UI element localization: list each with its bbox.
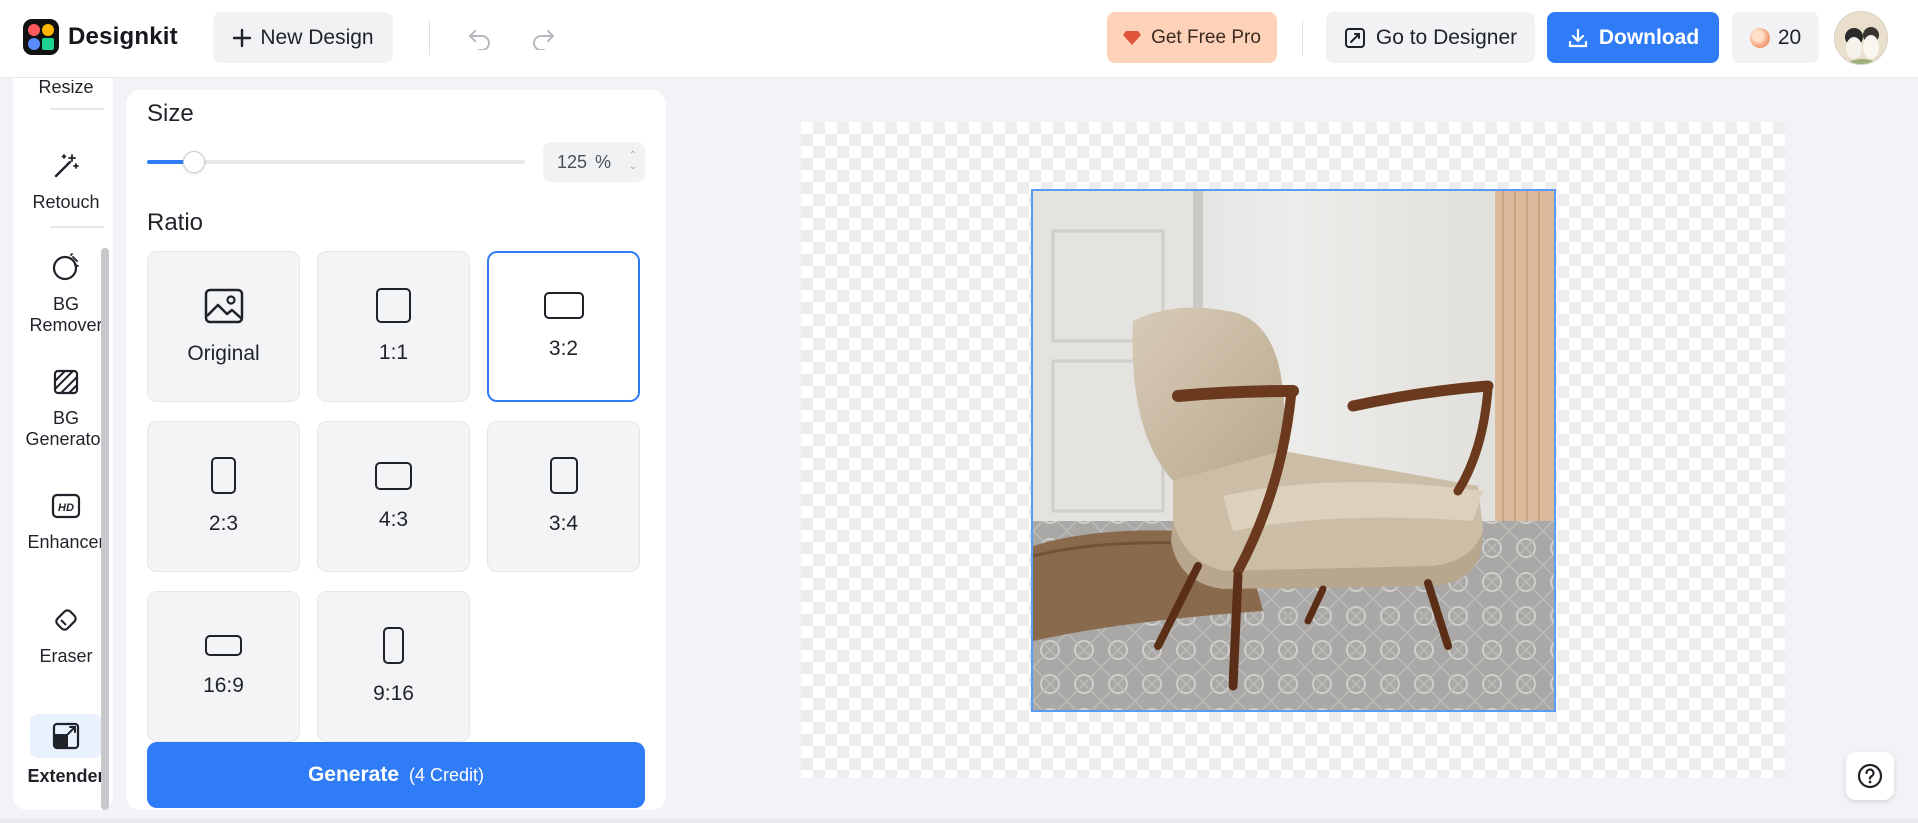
rail-divider [50,108,104,110]
generate-label: Generate [307,763,400,786]
rail-item-bg-generator[interactable]: BG Generator [21,364,111,450]
image-icon [204,288,243,323]
designer-icon [1344,27,1365,48]
ratio-label: 3:2 [548,337,579,360]
rail-item-bg-remover[interactable]: BG Remover [21,250,111,336]
rail-scrollbar[interactable] [101,248,109,810]
logo-mark-icon [23,19,59,55]
rail-item-label: BG Remover [29,294,103,335]
credit-coin-icon [1749,27,1770,48]
rail-item-label: Extender [27,766,105,786]
download-button[interactable]: Download [1547,12,1719,63]
help-button[interactable] [1846,752,1894,800]
rail-item-resize[interactable]: Resize [21,80,111,100]
plus-icon [233,28,252,47]
ratio-3-2-icon [543,292,584,319]
app-name: Designkit [68,23,178,50]
ratio-option-2-3[interactable]: 2:3 [147,421,300,572]
bg-generator-icon [48,364,84,400]
new-design-label: New Design [260,25,374,49]
diamond-icon [1123,30,1142,45]
ratio-1-1-icon [376,288,411,323]
ratio-option-1-1[interactable]: 1:1 [317,251,470,402]
armchair-photo [1033,191,1554,710]
tool-rail: Resize Retouch BG Remover BG Generator H… [13,78,113,810]
extender-options-panel: Size 125 % ⌃ ⌄ Ratio Original 1:1 3:2 2:3… [126,90,666,810]
ratio-section-title: Ratio [147,209,204,236]
generate-button[interactable]: Generate (4 Credit) [147,742,645,808]
divider [429,21,430,55]
ratio-4-3-icon [375,461,412,490]
undo-icon [469,30,490,50]
rail-item-label: BG Generator [25,408,107,449]
ratio-option-3-2[interactable]: 3:2 [487,251,640,402]
magic-wand-icon [48,148,84,184]
ratio-label: 1:1 [378,341,409,364]
rail-item-label: Resize [38,80,94,97]
new-design-button[interactable]: New Design [213,12,393,63]
rail-divider [50,226,104,228]
rail-item-label: Retouch [32,192,100,212]
extender-icon [30,714,102,758]
go-to-designer-label: Go to Designer [1375,25,1518,49]
get-pro-label: Get Free Pro [1151,26,1261,48]
source-image[interactable] [1031,189,1556,712]
rail-item-eraser[interactable]: Eraser [21,602,111,667]
ratio-label: 4:3 [378,507,409,531]
size-input[interactable]: 125 % ⌃ ⌄ [543,142,645,182]
ratio-option-16-9[interactable]: 16:9 [147,591,300,742]
ratio-option-original[interactable]: Original [147,251,300,402]
help-icon [1857,763,1883,789]
ratio-option-3-4[interactable]: 3:4 [487,421,640,572]
ratio-9-16-icon [383,627,404,664]
ratio-option-9-16[interactable]: 9:16 [317,591,470,742]
ratio-2-3-icon [211,457,236,494]
eraser-icon [48,602,84,638]
size-unit: % [595,151,612,172]
get-free-pro-button[interactable]: Get Free Pro [1107,12,1277,63]
go-to-designer-button[interactable]: Go to Designer [1326,12,1535,63]
download-label: Download [1598,25,1700,49]
rail-item-label: Enhancer [27,532,105,552]
size-value: 125 [557,151,588,172]
rail-item-extender[interactable]: Extender [21,714,111,787]
rail-item-label: Eraser [39,646,93,666]
redo-button[interactable] [526,22,560,56]
generate-cost: (4 Credit) [409,764,485,785]
size-stepper[interactable]: ⌃ ⌄ [629,150,637,172]
ratio-label: 9:16 [373,682,414,705]
ratio-label: 2:3 [208,512,239,535]
user-avatar[interactable] [1834,11,1888,65]
redo-icon [533,30,554,50]
ratio-3-4-icon [549,457,578,494]
ratio-label: Original [187,341,260,365]
bg-remover-icon [48,250,84,286]
size-slider[interactable] [147,151,525,173]
hd-icon: HD [48,488,84,524]
ratio-option-4-3[interactable]: 4:3 [317,421,470,572]
rail-item-enhancer[interactable]: HD Enhancer [21,488,111,553]
avatar-image [1835,12,1887,64]
ratio-label: 3:4 [548,512,579,535]
size-section-title: Size [147,100,194,127]
size-slider-thumb[interactable] [183,151,205,173]
credits-badge[interactable]: 20 [1732,12,1819,63]
svg-text:HD: HD [58,502,74,514]
download-icon [1568,28,1587,47]
top-bar: Designkit New Design Get Free Pro Go to … [0,0,1918,78]
undo-button[interactable] [463,22,497,56]
ratio-16-9-icon [205,635,242,656]
ratio-label: 16:9 [203,674,244,697]
credits-count: 20 [1777,25,1802,49]
app-logo[interactable]: Designkit [23,19,178,55]
divider [1302,21,1303,55]
bottom-edge [0,819,1918,823]
rail-item-retouch[interactable]: Retouch [21,148,111,213]
